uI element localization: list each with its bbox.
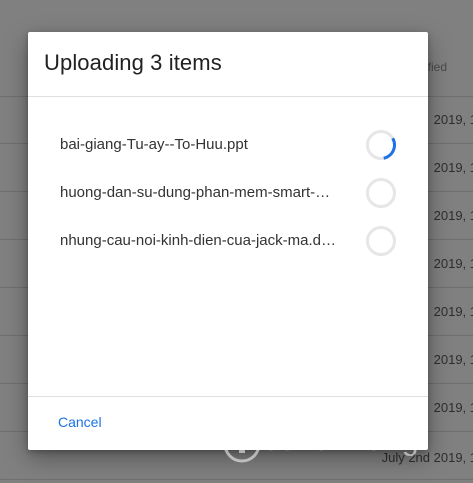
upload-dialog: Uploading 3 items bai-giang-Tu-ay--To-Hu… [28,32,428,450]
background-row-date: 2019, 1 [433,112,473,127]
upload-item-filename: bai-giang-Tu-ay--To-Huu.ppt [60,136,248,153]
upload-item: nhung-cau-noi-kinh-dien-cua-jack-ma.docx [28,221,428,261]
background-row-date: 2019, 1 [433,160,473,175]
dialog-title: Uploading 3 items [44,50,222,75]
upload-progress-spinner-icon [366,130,396,160]
upload-item-filename: huong-dan-su-dung-phan-mem-smart-board.p… [60,184,336,201]
upload-progress-spinner-icon [366,226,396,256]
background-row-date: 2019, 1 [433,400,473,415]
background-row-date: 2019, 1 [433,304,473,319]
upload-item-filename: nhung-cau-noi-kinh-dien-cua-jack-ma.docx [60,232,336,249]
screen: fied 2019, 1 2019, 1 2019, 1 2019, 1 201… [0,0,473,483]
upload-item: huong-dan-su-dung-phan-mem-smart-board.p… [28,173,428,213]
background-row-date: 2019, 1 [433,208,473,223]
background-row-date: July 2nd 2019, 1 [381,450,473,465]
upload-item: bai-giang-Tu-ay--To-Huu.ppt [28,125,428,165]
dialog-footer-divider [28,396,428,397]
upload-progress-spinner-icon [366,178,396,208]
cancel-button[interactable]: Cancel [50,410,110,434]
background-row-date: 2019, 1 [433,352,473,367]
background-row-date: 2019, 1 [433,256,473,271]
modified-column-header: fied [427,60,447,74]
dialog-divider [28,96,428,97]
